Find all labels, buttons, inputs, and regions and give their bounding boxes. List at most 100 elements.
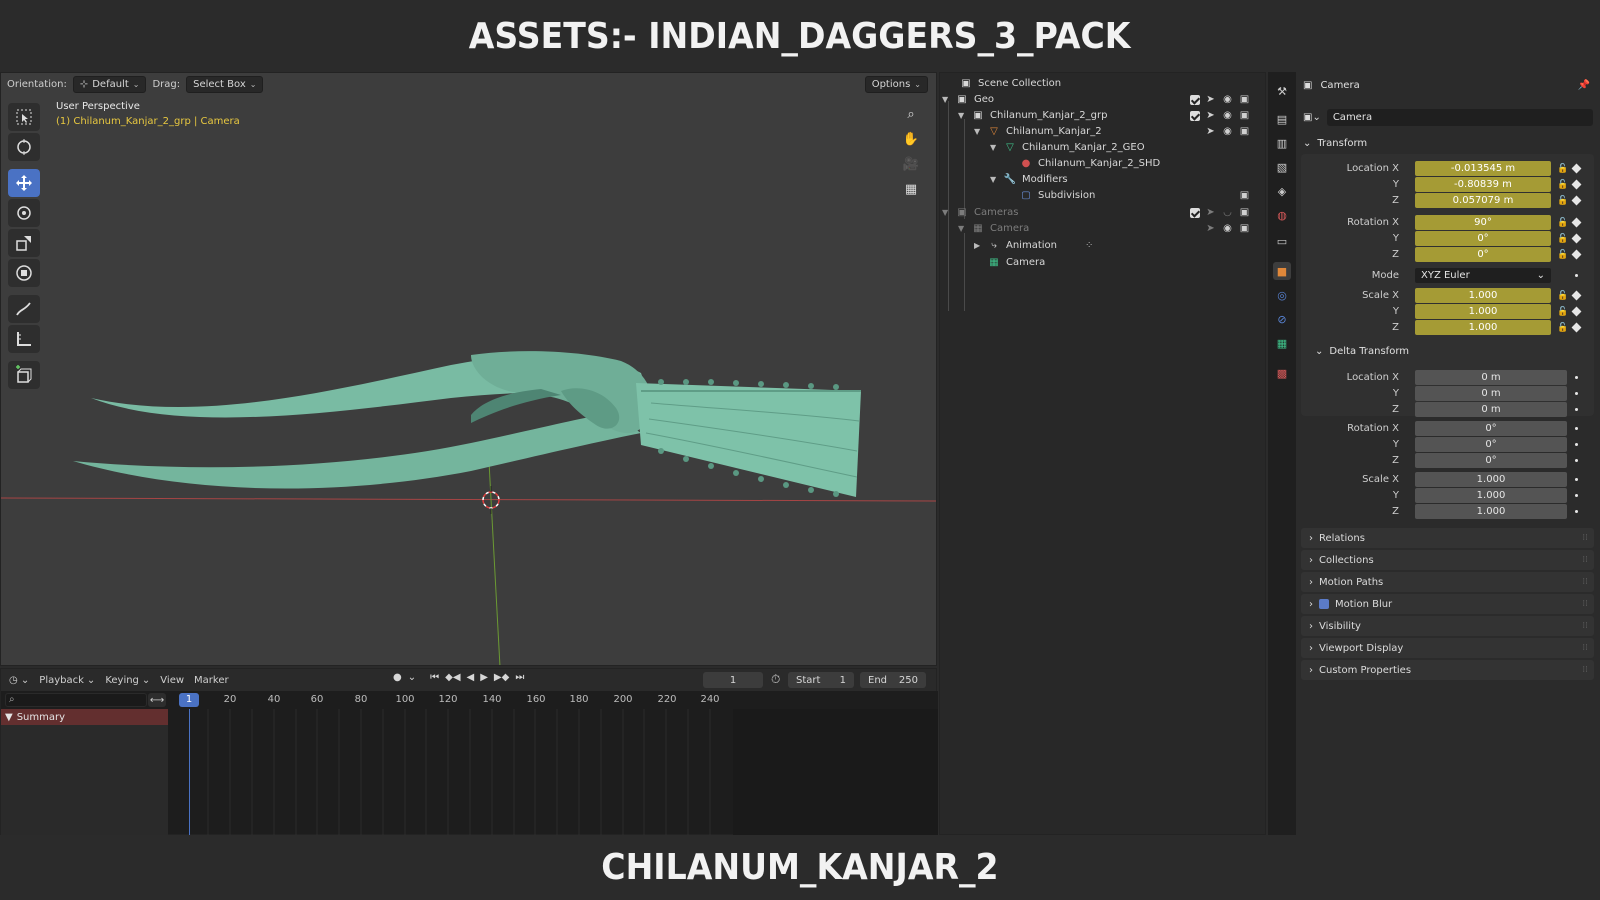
render-camera-icon[interactable]: ▣ (1238, 189, 1251, 202)
delta-scale-y-field[interactable]: 1.000 (1415, 488, 1567, 503)
render-camera-icon[interactable]: ▣ (1238, 125, 1251, 138)
scale-x-field[interactable]: 1.000 (1415, 288, 1551, 303)
outliner-item-subdivision[interactable]: ▢ Subdivision (1018, 187, 1095, 203)
pan-hand-icon[interactable]: ✋ (900, 128, 922, 150)
lock-icon[interactable]: 🔓 (1557, 180, 1568, 190)
3d-viewport[interactable]: Orientation: ⊹ Default ⌄ Drag: Select Bo… (0, 72, 937, 666)
outliner-item-camera-object[interactable]: ▼ ▦ Camera (958, 220, 1029, 236)
transform-panel-header[interactable]: ⌄ Transform (1303, 138, 1367, 149)
rotation-y-field[interactable]: 0° (1415, 231, 1551, 246)
triangle-down-icon[interactable]: ▼ (974, 127, 986, 136)
keyframe-icon[interactable] (1571, 163, 1582, 174)
add-cube-tool[interactable] (8, 361, 40, 389)
keyframe-icon[interactable] (1571, 249, 1582, 260)
delta-location-y-field[interactable]: 0 m (1415, 386, 1567, 401)
drag-grip-icon[interactable]: ⁞⁞ (1582, 577, 1588, 587)
drag-grip-icon[interactable]: ⁞⁞ (1582, 643, 1588, 653)
triangle-down-icon[interactable]: ▼ (958, 111, 970, 120)
rotation-z-field[interactable]: 0° (1415, 247, 1551, 262)
lock-icon[interactable]: 🔓 (1557, 307, 1568, 317)
lock-icon[interactable]: 🔓 (1557, 164, 1568, 174)
physics-tab-icon[interactable]: ◎ (1273, 286, 1291, 304)
swap-arrows-icon[interactable]: ⟷ (148, 693, 166, 707)
end-frame-field[interactable]: End 250 (860, 672, 926, 688)
marker-menu[interactable]: Marker (194, 675, 229, 686)
keyframe-icon[interactable] (1571, 233, 1582, 244)
play-reverse-icon[interactable]: ◀ (467, 672, 475, 683)
scale-z-field[interactable]: 1.000 (1415, 320, 1551, 335)
camera-view-icon[interactable]: 🎥 (900, 153, 922, 175)
options-dropdown[interactable]: Options ⌄ (864, 76, 928, 93)
current-frame-field[interactable]: 1 (703, 672, 763, 688)
timeline-ruler[interactable]: ⌕ ⟷ 1 20 40 60 80 100 120 140 160 180 20… (1, 691, 938, 709)
motion-blur-checkbox[interactable] (1319, 599, 1329, 609)
object-tab-icon[interactable]: ■ (1273, 262, 1291, 280)
delta-rotation-x-field[interactable]: 0° (1415, 421, 1567, 436)
world-tab-icon[interactable]: ◍ (1273, 206, 1291, 224)
tool-tab-icon[interactable]: ⚒ (1273, 82, 1291, 100)
eye-icon[interactable]: ◉ (1221, 109, 1234, 122)
jump-start-icon[interactable]: ⏮ (430, 672, 439, 683)
collection-tab-icon[interactable]: ▭ (1273, 232, 1291, 250)
outliner-item-geo-data[interactable]: ▼ ▽ Chilanum_Kanjar_2_GEO (990, 139, 1145, 155)
move-tool[interactable] (8, 169, 40, 197)
editor-type-icon[interactable]: ◷ ⌄ (9, 675, 29, 686)
eye-icon[interactable]: ◉ (1221, 93, 1234, 106)
zoom-icon[interactable]: ⌕ (900, 103, 922, 125)
lock-icon[interactable]: 🔓 (1557, 250, 1568, 260)
lock-icon[interactable]: 🔓 (1557, 196, 1568, 206)
selectable-arrow-icon[interactable]: ➤ (1204, 222, 1217, 235)
drag-dropdown[interactable]: Select Box ⌄ (186, 75, 264, 93)
select-box-tool[interactable] (8, 103, 40, 131)
outliner-item-modifiers[interactable]: ▼ 🔧 Modifiers (990, 171, 1068, 187)
scene-tab-icon[interactable]: ◈ (1273, 182, 1291, 200)
drag-grip-icon[interactable]: ⁞⁞ (1582, 555, 1588, 565)
delta-location-x-field[interactable]: 0 m (1415, 370, 1567, 385)
view-menu[interactable]: View (160, 675, 184, 686)
outliner-item-animation[interactable]: ▶ ⤷ Animation ⁘ (974, 237, 1093, 253)
motion-blur-panel-header[interactable]: › Motion Blur ⁞⁞ (1301, 594, 1594, 614)
rotation-mode-select[interactable]: XYZ Euler ⌄ (1415, 268, 1551, 283)
scale-tool[interactable] (8, 229, 40, 257)
playback-menu[interactable]: Playback ⌄ (39, 675, 95, 686)
collections-panel-header[interactable]: › Collections ⁞⁞ (1301, 550, 1594, 570)
delta-rotation-z-field[interactable]: 0° (1415, 453, 1567, 468)
render-camera-icon[interactable]: ▣ (1238, 109, 1251, 122)
rotate-tool[interactable] (8, 199, 40, 227)
current-frame-marker[interactable]: 1 (179, 693, 199, 707)
lock-icon[interactable]: 🔓 (1557, 234, 1568, 244)
delta-transform-header[interactable]: ⌄ Delta Transform (1315, 346, 1409, 357)
keying-menu[interactable]: Keying ⌄ (105, 675, 150, 686)
delta-location-z-field[interactable]: 0 m (1415, 402, 1567, 417)
ortho-grid-icon[interactable]: ▦ (900, 178, 922, 200)
prev-keyframe-icon[interactable]: ◆◀ (445, 672, 460, 683)
location-x-field[interactable]: -0.013545 m (1415, 161, 1551, 176)
eye-icon[interactable]: ◉ (1221, 222, 1234, 235)
render-tab-icon[interactable]: ▤ (1273, 110, 1291, 128)
outliner-item-shader[interactable]: ● Chilanum_Kanjar_2_SHD (1018, 155, 1161, 171)
exclude-checkbox[interactable] (1190, 94, 1200, 105)
texture-tab-icon[interactable]: ▩ (1273, 364, 1291, 382)
transform-tool[interactable] (8, 259, 40, 287)
stopwatch-icon[interactable]: ⏱ (771, 672, 780, 687)
object-name-field[interactable]: Camera (1326, 109, 1593, 126)
outliner-item-camera-data[interactable]: ▦ Camera (986, 254, 1045, 270)
motion-paths-panel-header[interactable]: › Motion Paths ⁞⁞ (1301, 572, 1594, 592)
viewport-display-panel-header[interactable]: › Viewport Display ⁞⁞ (1301, 638, 1594, 658)
location-y-field[interactable]: -0.80839 m (1415, 177, 1551, 192)
relations-panel-header[interactable]: › Relations ⁞⁞ (1301, 528, 1594, 548)
record-icon[interactable]: ● (393, 672, 402, 683)
outliner-item-kanjar[interactable]: ▼ ▽ Chilanum_Kanjar_2 (974, 123, 1102, 139)
selectable-arrow-icon[interactable]: ➤ (1204, 109, 1217, 122)
delta-scale-x-field[interactable]: 1.000 (1415, 472, 1567, 487)
timeline-search-input[interactable]: ⌕ (5, 693, 147, 707)
location-z-field[interactable]: 0.057079 m (1415, 193, 1551, 208)
measure-tool[interactable] (8, 325, 40, 353)
triangle-down-icon[interactable]: ▼ (958, 224, 970, 233)
delta-scale-z-field[interactable]: 1.000 (1415, 504, 1567, 519)
chevron-down-icon[interactable]: ⌄ (408, 672, 416, 683)
timeline-grid[interactable] (168, 709, 733, 835)
exclude-checkbox[interactable] (1190, 110, 1200, 121)
lock-icon[interactable]: 🔓 (1557, 323, 1568, 333)
drag-grip-icon[interactable]: ⁞⁞ (1582, 621, 1588, 631)
